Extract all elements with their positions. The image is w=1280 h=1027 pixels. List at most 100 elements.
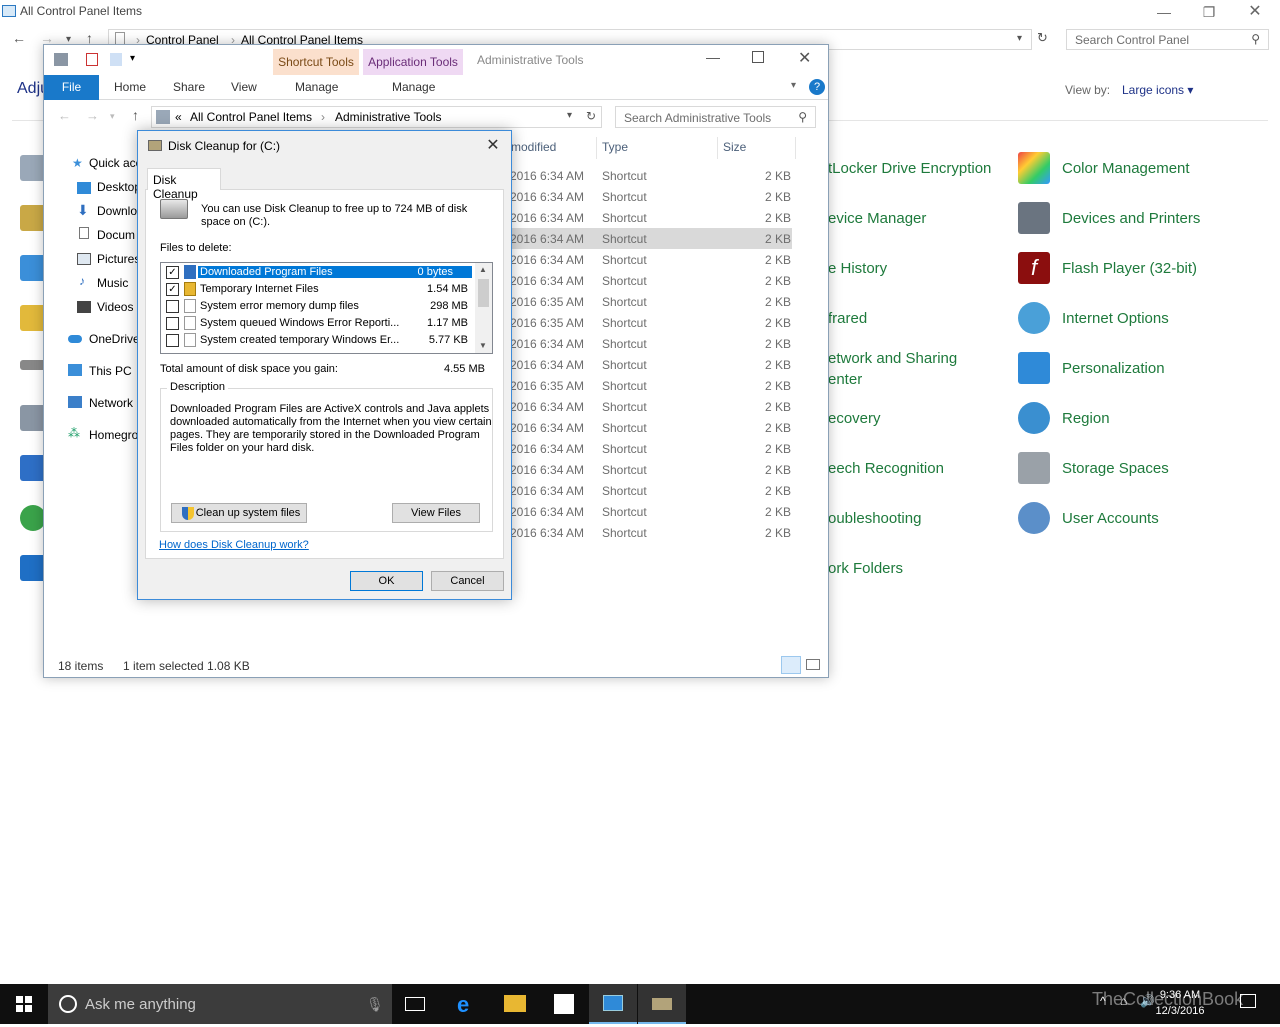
nav-music[interactable]: Music xyxy=(97,276,128,290)
recovery-item[interactable]: ecovery xyxy=(828,410,881,427)
devices-printers-item[interactable]: Devices and Printers xyxy=(1062,210,1200,227)
table-row[interactable]: 2016 6:34 AM Shortcut 2 KB xyxy=(506,228,792,249)
file-checkbox[interactable]: ✓ xyxy=(166,283,179,296)
storage-spaces-item[interactable]: Storage Spaces xyxy=(1062,460,1169,477)
region-icon[interactable] xyxy=(1018,402,1050,434)
task-view-button[interactable] xyxy=(392,984,440,1024)
file-list-item[interactable]: ✓ Temporary Internet Files 1.54 MB xyxy=(161,281,474,298)
action-center-icon[interactable] xyxy=(1240,994,1256,1008)
explorer-search-input[interactable]: Search Administrative Tools ⚲ xyxy=(615,106,816,128)
file-list-item[interactable]: System error memory dump files 298 MB xyxy=(161,298,474,315)
table-row[interactable]: 2016 6:34 AM Shortcut 2 KB xyxy=(506,333,792,354)
cancel-button[interactable]: Cancel xyxy=(431,571,504,591)
nav-quick-access[interactable]: Quick acc xyxy=(89,156,142,170)
scroll-thumb[interactable] xyxy=(478,279,489,307)
file-history-item[interactable]: e History xyxy=(828,260,887,277)
table-row[interactable]: 2016 6:34 AM Shortcut 2 KB xyxy=(506,501,792,522)
user-accounts-item[interactable]: User Accounts xyxy=(1062,510,1159,527)
properties-icon[interactable] xyxy=(86,53,98,66)
speech-recognition-item[interactable]: eech Recognition xyxy=(828,460,944,477)
tab-home[interactable]: Home xyxy=(114,80,146,94)
file-checkbox[interactable] xyxy=(166,334,179,347)
view-files-button[interactable]: View Files xyxy=(392,503,480,523)
table-row[interactable]: 2016 6:34 AM Shortcut 2 KB xyxy=(506,459,792,480)
file-list-item[interactable]: System created temporary Windows Er... 5.… xyxy=(161,332,474,349)
table-row[interactable]: 2016 6:34 AM Shortcut 2 KB xyxy=(506,270,792,291)
column-date-modified[interactable]: modified xyxy=(511,140,556,154)
nav-pictures[interactable]: Pictures xyxy=(97,252,140,266)
device-manager-item[interactable]: evice Manager xyxy=(828,210,926,227)
explorer-recent-icon[interactable]: ▾ xyxy=(110,111,115,122)
explorer-minimize-button[interactable]: — xyxy=(706,49,720,65)
table-row[interactable]: 2016 6:34 AM Shortcut 2 KB xyxy=(506,249,792,270)
ribbon-expand-icon[interactable]: ▾ xyxy=(791,80,796,91)
work-folders-item[interactable]: ork Folders xyxy=(828,560,903,577)
bitlocker-item[interactable]: tLocker Drive Encryption xyxy=(828,160,991,177)
start-button[interactable] xyxy=(0,984,48,1024)
color-management-item[interactable]: Color Management xyxy=(1062,160,1190,177)
large-icons-view-button[interactable] xyxy=(806,659,820,670)
table-row[interactable]: 2016 6:35 AM Shortcut 2 KB xyxy=(506,291,792,312)
explorer-address-bar[interactable]: « All Control Panel Items › Administrati… xyxy=(151,106,602,128)
store-taskbar-icon[interactable] xyxy=(540,984,588,1024)
internet-options-icon[interactable] xyxy=(1018,302,1050,334)
table-row[interactable]: 2016 6:34 AM Shortcut 2 KB xyxy=(506,417,792,438)
explorer-close-button[interactable]: ✕ xyxy=(798,48,811,68)
network-sharing-item-line2[interactable]: enter xyxy=(828,371,862,388)
disk-cleanup-taskbar-icon[interactable] xyxy=(638,984,686,1024)
tab-application-tools[interactable]: Application Tools xyxy=(363,49,463,75)
column-type[interactable]: Type xyxy=(602,140,628,154)
explorer-refresh-icon[interactable]: ↻ xyxy=(586,109,596,123)
explorer-address-dropdown-icon[interactable]: ▾ xyxy=(567,110,572,121)
clock[interactable]: 9:36 AM 12/3/2016 xyxy=(1150,987,1210,1019)
tab-view[interactable]: View xyxy=(231,80,257,94)
table-row[interactable]: 2016 6:34 AM Shortcut 2 KB xyxy=(506,522,792,543)
new-folder-icon[interactable] xyxy=(110,53,122,66)
address-dropdown-icon[interactable]: ▾ xyxy=(1017,33,1022,44)
nav-onedrive[interactable]: OneDrive xyxy=(89,332,140,346)
tab-share[interactable]: Share xyxy=(173,80,205,94)
restore-button[interactable]: ❐ xyxy=(1186,2,1232,22)
dialog-close-button[interactable]: ✕ xyxy=(478,133,508,159)
nav-documents[interactable]: Docum xyxy=(97,228,135,242)
file-checkbox[interactable] xyxy=(166,300,179,313)
flash-player-item[interactable]: Flash Player (32-bit) xyxy=(1062,260,1197,277)
control-panel-taskbar-icon[interactable] xyxy=(589,984,637,1024)
back-arrow-icon[interactable]: ← xyxy=(12,30,26,46)
cortana-search-box[interactable]: Ask me anything 🎙 xyxy=(48,984,392,1024)
explorer-back-icon[interactable]: ← xyxy=(58,108,71,123)
scroll-down-icon[interactable]: ▼ xyxy=(479,341,487,350)
internet-options-item[interactable]: Internet Options xyxy=(1062,310,1169,327)
minimize-button[interactable]: — xyxy=(1141,2,1187,22)
file-list-item[interactable]: ✓ Downloaded Program Files 0 bytes xyxy=(161,264,474,281)
nav-desktop[interactable]: Desktop xyxy=(97,180,141,194)
help-link[interactable]: How does Disk Cleanup work? xyxy=(159,539,309,551)
files-to-delete-list[interactable]: ✓ Downloaded Program Files 0 bytes ✓ Tempora… xyxy=(160,262,493,354)
troubleshooting-item[interactable]: oubleshooting xyxy=(828,510,921,527)
table-row[interactable]: 2016 6:34 AM Shortcut 2 KB xyxy=(506,354,792,375)
flash-player-icon[interactable]: f xyxy=(1018,252,1050,284)
view-by-dropdown[interactable]: Large icons ▾ xyxy=(1122,83,1193,97)
region-item[interactable]: Region xyxy=(1062,410,1110,427)
breadcrumb-admin-tools[interactable]: Administrative Tools xyxy=(335,110,442,124)
tab-manage-application[interactable]: Manage xyxy=(392,80,435,94)
personalization-icon[interactable] xyxy=(1018,352,1050,384)
table-row[interactable]: 2016 6:34 AM Shortcut 2 KB xyxy=(506,480,792,501)
nav-downloads[interactable]: Downlo xyxy=(97,204,137,218)
nav-videos[interactable]: Videos xyxy=(97,300,133,314)
scroll-up-icon[interactable]: ▲ xyxy=(479,265,487,274)
file-checkbox[interactable]: ✓ xyxy=(166,266,179,279)
tab-shortcut-tools[interactable]: Shortcut Tools xyxy=(273,49,359,75)
details-view-button[interactable] xyxy=(781,656,801,674)
table-row[interactable]: 2016 6:34 AM Shortcut 2 KB xyxy=(506,396,792,417)
network-tray-icon[interactable]: ⌂ xyxy=(1120,994,1127,1008)
table-row[interactable]: 2016 6:35 AM Shortcut 2 KB xyxy=(506,312,792,333)
table-row[interactable]: 2016 6:34 AM Shortcut 2 KB xyxy=(506,438,792,459)
storage-spaces-icon[interactable] xyxy=(1018,452,1050,484)
table-row[interactable]: 2016 6:34 AM Shortcut 2 KB xyxy=(506,186,792,207)
tab-file[interactable]: File xyxy=(44,75,99,100)
file-list-item[interactable]: System queued Windows Error Reporti... 1.… xyxy=(161,315,474,332)
user-accounts-icon[interactable] xyxy=(1018,502,1050,534)
column-size[interactable]: Size xyxy=(723,140,746,154)
nav-this-pc[interactable]: This PC xyxy=(89,364,132,378)
